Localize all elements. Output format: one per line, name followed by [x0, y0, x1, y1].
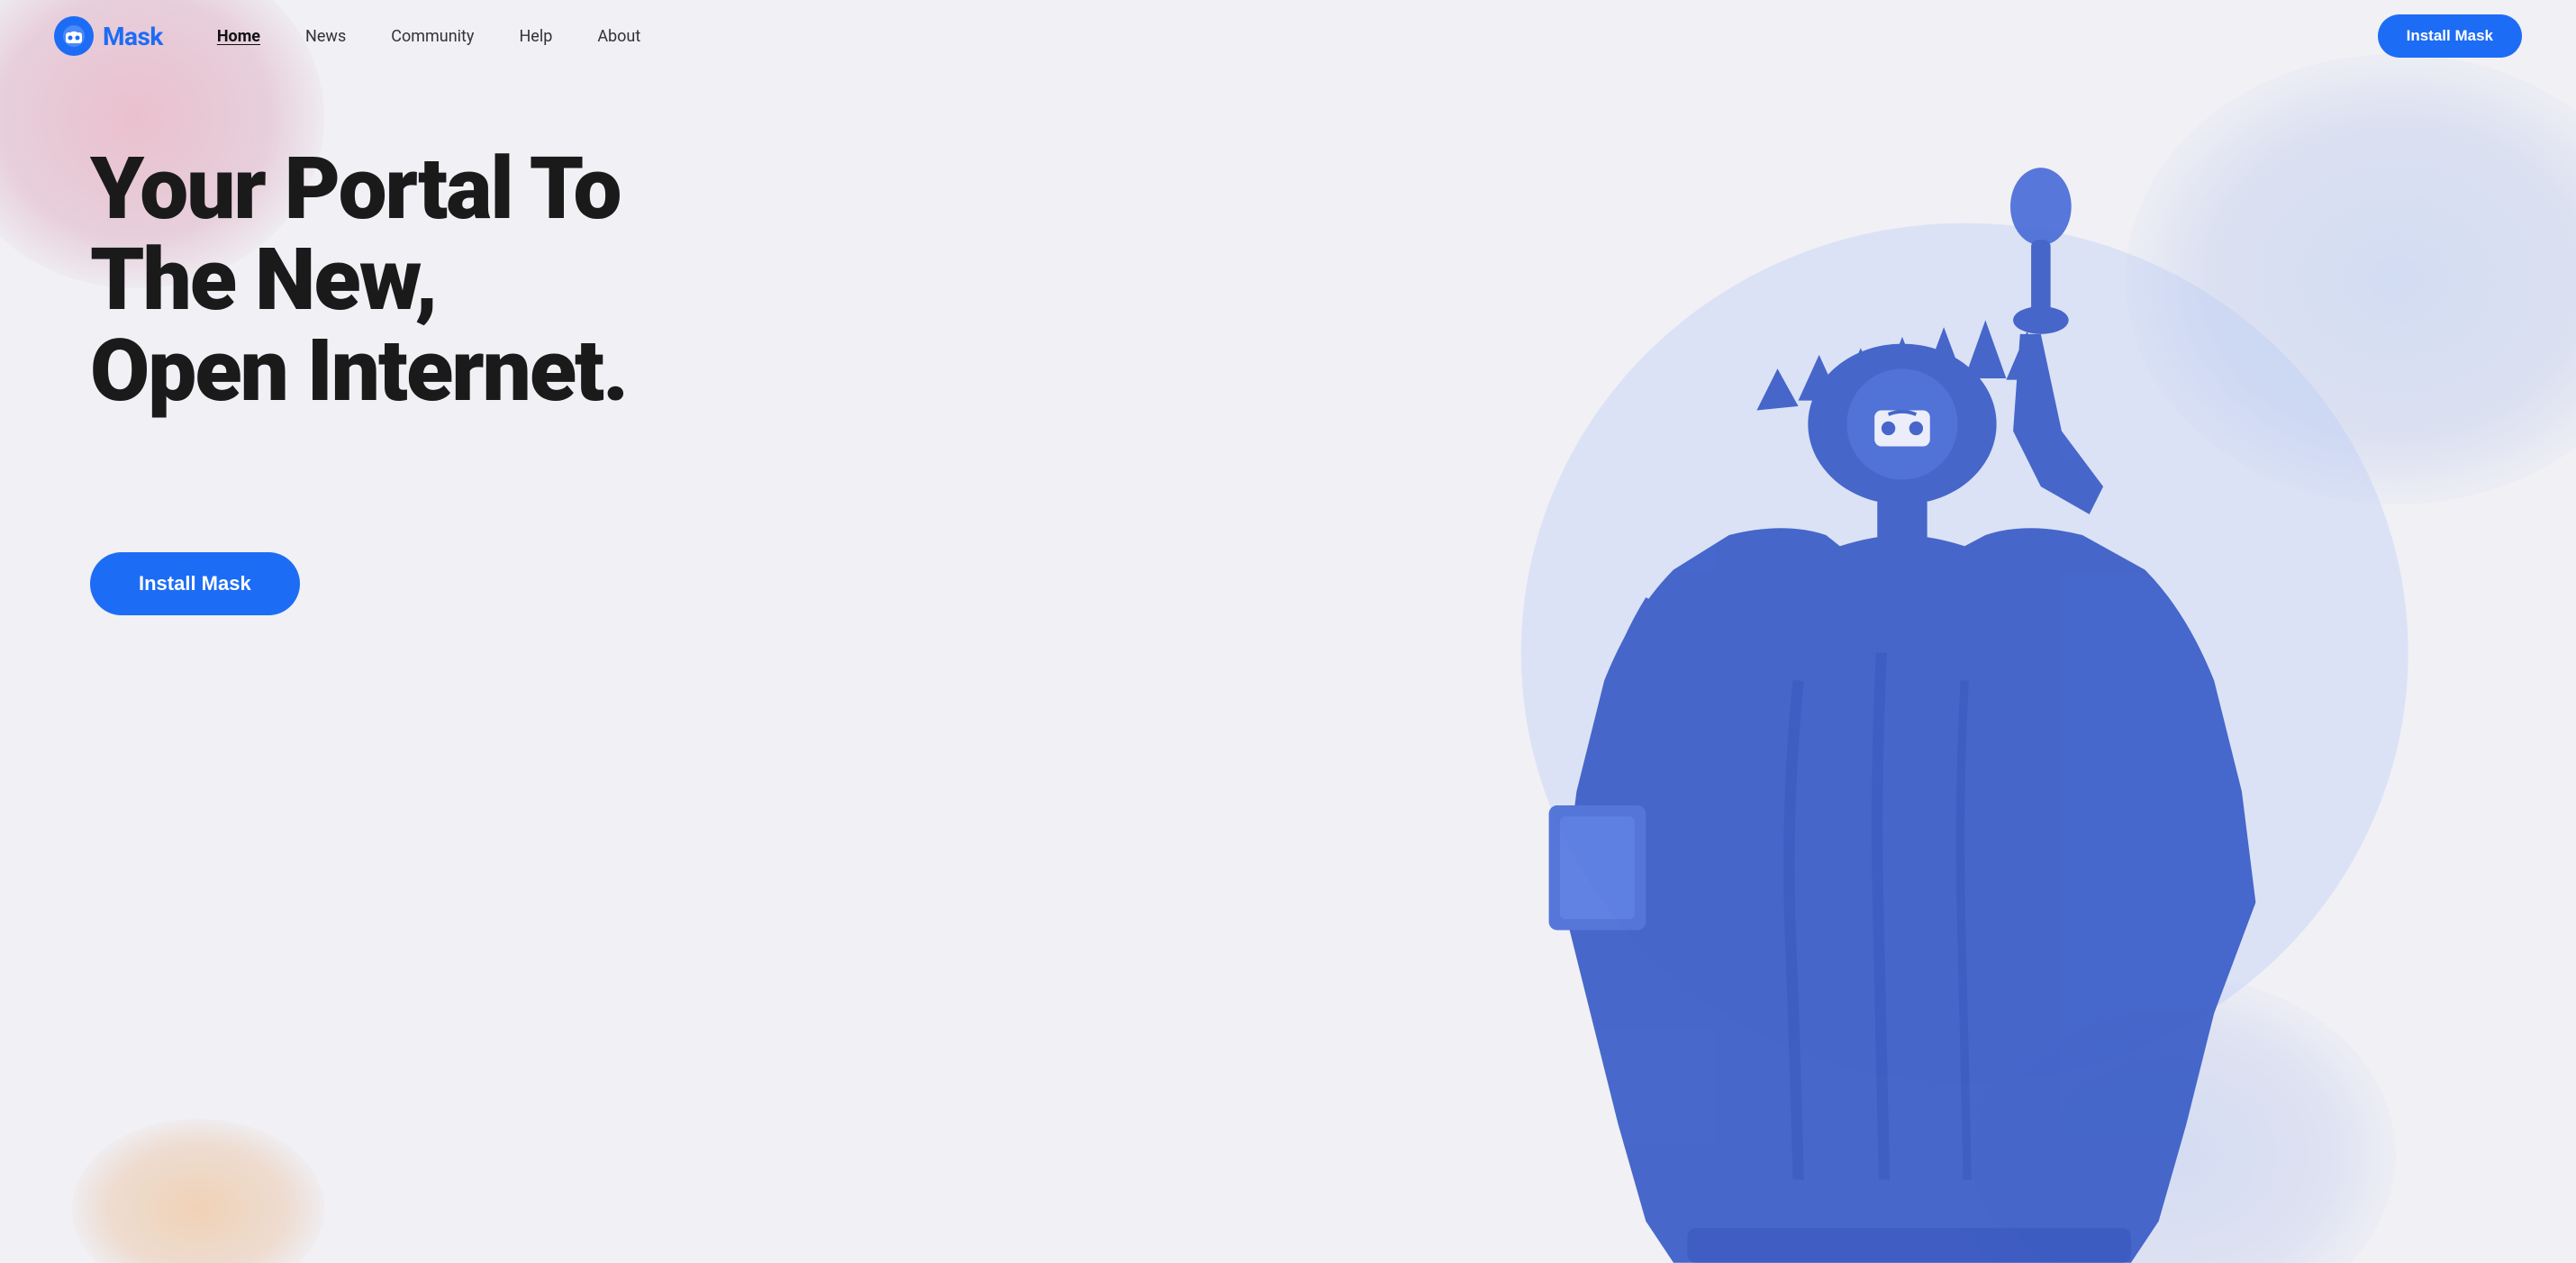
hero-title: Your Portal To The New, Open Internet. — [90, 144, 630, 507]
page-wrapper: Mask Home News Community Help About Inst… — [0, 0, 2576, 1263]
bg-blob-orange-bottom-left — [72, 1119, 324, 1263]
nav-link-about[interactable]: About — [597, 27, 640, 46]
nav-install-button[interactable]: Install Mask — [2378, 14, 2522, 58]
nav-link-community[interactable]: Community — [391, 27, 474, 46]
hero-title-line2: The New, — [90, 230, 436, 331]
nav-link-home[interactable]: Home — [217, 27, 260, 46]
nav-link-help[interactable]: Help — [519, 27, 552, 46]
hero-title-line1: Your Portal To — [90, 139, 621, 240]
hero-install-button[interactable]: Install Mask — [90, 552, 300, 615]
navbar: Mask Home News Community Help About Inst… — [0, 0, 2576, 72]
logo-text: Mask — [103, 22, 163, 51]
statue-illustration — [1159, 126, 2576, 1263]
hero-title-line3: Open Internet. — [90, 321, 627, 422]
nav-link-news[interactable]: News — [305, 27, 346, 46]
nav-links: Home News Community Help About — [217, 27, 2378, 46]
hero-section: Your Portal To The New, Open Internet. I… — [0, 72, 630, 615]
logo-area[interactable]: Mask — [54, 16, 163, 56]
logo-icon — [54, 16, 94, 56]
statue-svg — [1159, 126, 2576, 1263]
